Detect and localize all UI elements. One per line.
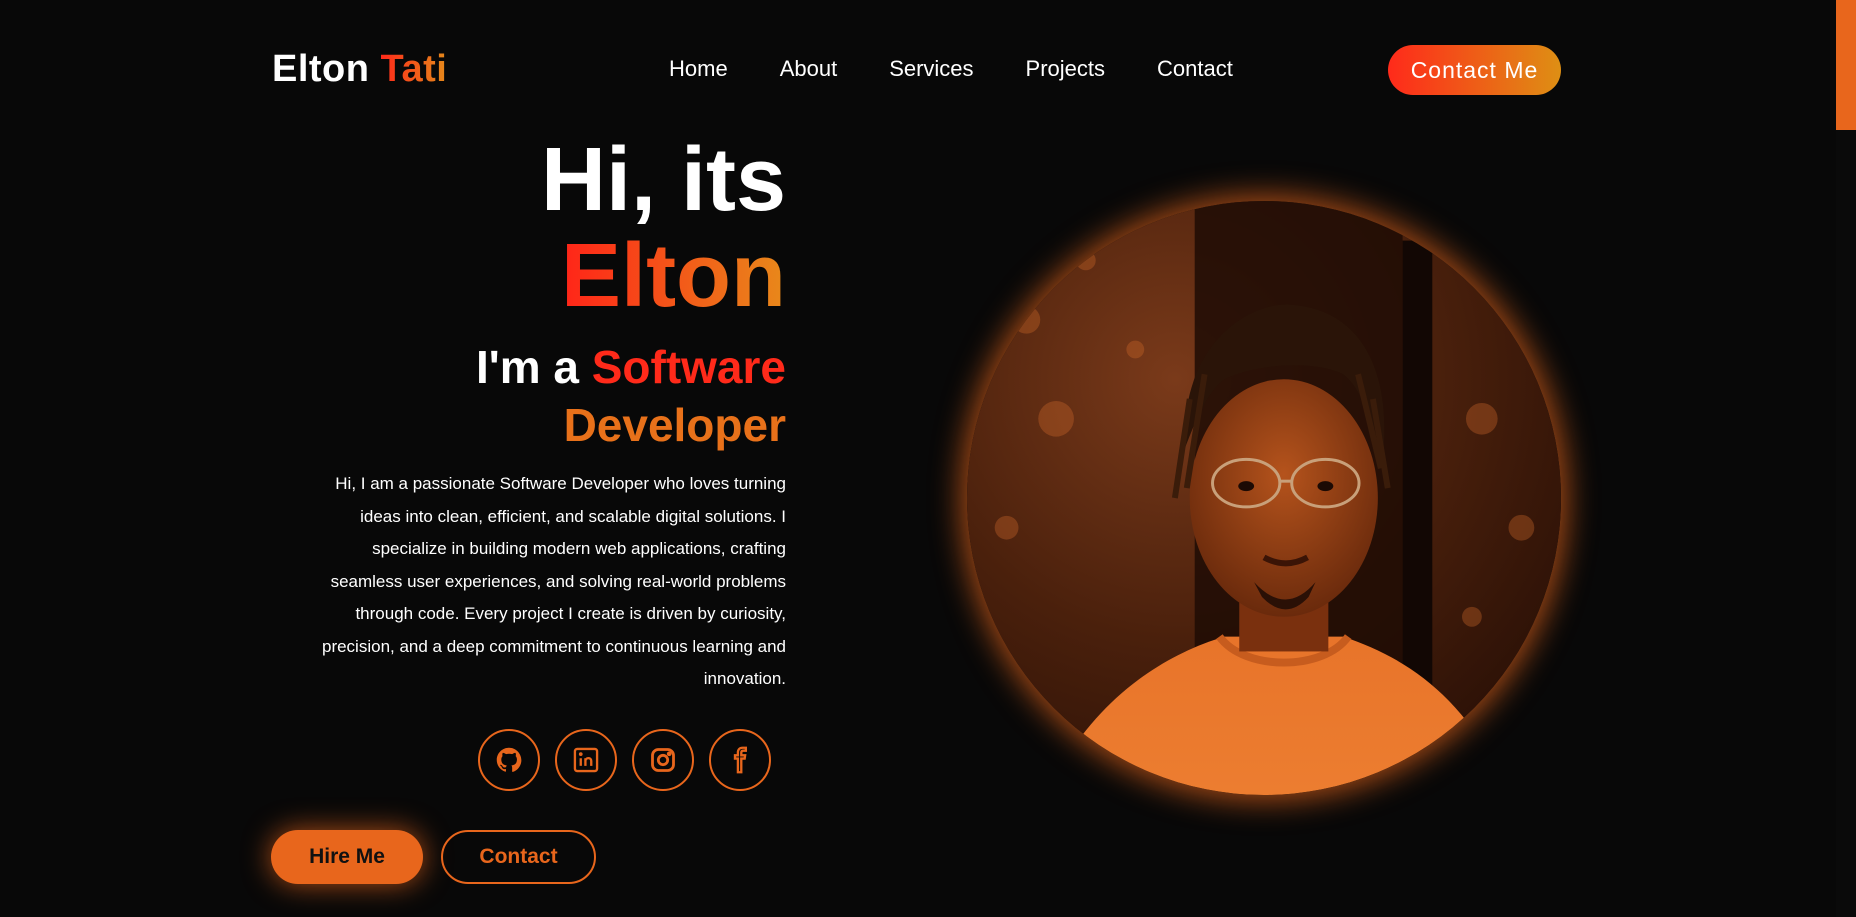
- nav-about[interactable]: About: [780, 56, 838, 82]
- nav-contact[interactable]: Contact: [1157, 56, 1233, 82]
- logo-first-name: Elton: [272, 48, 370, 90]
- nav-services[interactable]: Services: [889, 56, 973, 82]
- instagram-icon: [651, 748, 675, 772]
- hero-role: I'm a Software Developer: [260, 338, 786, 454]
- logo[interactable]: Elton Tati: [272, 48, 447, 91]
- nav-home[interactable]: Home: [669, 56, 728, 82]
- role-prefix: I'm a: [475, 341, 579, 393]
- social-links: [478, 729, 771, 791]
- scrollbar-thumb[interactable]: [1836, 0, 1856, 130]
- hero-text: Hi, its Elton I'm a Software Developer H…: [260, 132, 786, 713]
- role-word-software: Software: [591, 341, 786, 393]
- hero-bio: Hi, I am a passionate Software Developer…: [321, 474, 786, 688]
- scrollbar[interactable]: [1836, 0, 1856, 917]
- site-header: Elton Tati Home About Services Projects …: [0, 0, 1836, 140]
- nav-projects[interactable]: Projects: [1026, 56, 1105, 82]
- profile-photo: [967, 201, 1561, 795]
- facebook-icon: [733, 746, 747, 774]
- logo-last-name: Tati: [380, 48, 448, 90]
- linkedin-link[interactable]: [555, 729, 617, 791]
- github-icon: [496, 747, 522, 772]
- instagram-link[interactable]: [632, 729, 694, 791]
- contact-button[interactable]: Contact: [441, 830, 596, 884]
- hire-me-button[interactable]: Hire Me: [271, 830, 423, 884]
- contact-me-button[interactable]: Contact Me: [1388, 45, 1561, 95]
- role-word-developer: Developer: [563, 399, 786, 451]
- github-link[interactable]: [478, 729, 540, 791]
- linkedin-icon: [573, 747, 599, 773]
- main-nav: Home About Services Projects Contact: [669, 56, 1233, 82]
- facebook-link[interactable]: [709, 729, 771, 791]
- hero-greeting: Hi, its: [540, 130, 786, 230]
- hero-name: Elton: [561, 226, 786, 326]
